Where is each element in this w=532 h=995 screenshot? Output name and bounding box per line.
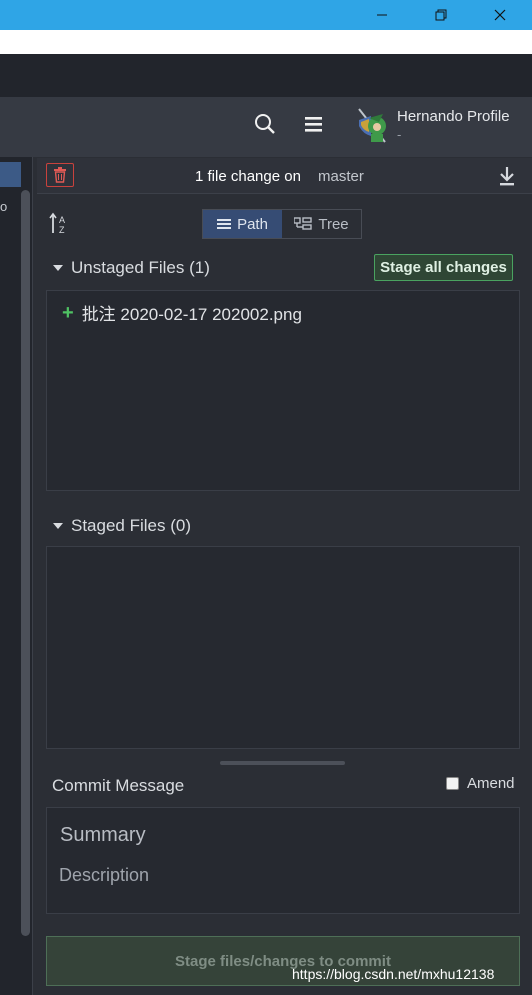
restore-icon [435, 9, 447, 21]
branch-name: master [318, 168, 364, 185]
amend-option[interactable]: Amend [446, 775, 515, 792]
view-mode-toggle: Path Tree [202, 209, 362, 239]
close-button[interactable] [477, 0, 523, 30]
minimize-button[interactable] [359, 0, 405, 30]
list-item[interactable]: + 批注 2020-02-17 202002.png [62, 300, 302, 325]
commit-message-title: Commit Message [52, 776, 185, 795]
list-icon [217, 219, 232, 229]
toolbar-strip [0, 54, 532, 97]
svg-text:Z: Z [59, 225, 65, 235]
minimize-icon [377, 14, 387, 16]
maximize-button[interactable] [418, 0, 464, 30]
tree-view-label: Tree [318, 215, 349, 233]
left-pane-scrollbar[interactable] [21, 190, 30, 936]
stage-all-button[interactable]: Stage all changes [374, 254, 513, 281]
search-icon [255, 114, 275, 134]
description-input[interactable] [59, 865, 499, 886]
discard-all-button[interactable] [46, 163, 74, 187]
left-pane-text: o [0, 199, 8, 214]
added-file-icon: + [62, 301, 74, 324]
left-pane-selected-row[interactable] [0, 162, 21, 187]
svg-text:A: A [59, 215, 65, 225]
avatar[interactable] [353, 106, 391, 146]
download-icon[interactable] [497, 165, 517, 187]
window-titlebar [0, 0, 532, 30]
menu-button[interactable] [301, 111, 327, 137]
address-strip [0, 30, 532, 54]
hamburger-menu-icon [305, 117, 322, 132]
profile-subtitle: - [397, 127, 402, 142]
path-view-button[interactable]: Path [203, 210, 282, 238]
amend-label: Amend [467, 775, 515, 792]
file-name: 批注 2020-02-17 202002.png [81, 305, 302, 324]
watermark: https://blog.csdn.net/mxhu12138 [292, 966, 495, 982]
search-button[interactable] [252, 111, 278, 137]
staged-section-toggle[interactable]: Staged Files (0) [53, 516, 191, 536]
path-view-label: Path [237, 215, 268, 233]
caret-down-icon [53, 265, 63, 271]
app-header [0, 97, 532, 157]
profile-name[interactable]: Hernando Profile [397, 108, 510, 125]
tree-view-button[interactable]: Tree [282, 210, 361, 238]
staged-title: Staged Files (0) [71, 516, 191, 535]
staged-files-list [46, 546, 520, 749]
change-count-label: 1 file change on [195, 168, 301, 185]
caret-down-icon [53, 523, 63, 529]
resize-handle[interactable] [220, 761, 345, 765]
summary-input[interactable] [60, 824, 500, 847]
close-icon [494, 9, 506, 21]
amend-checkbox[interactable] [446, 777, 459, 790]
sort-az-icon[interactable]: A Z [49, 212, 71, 236]
unstaged-section-toggle[interactable]: Unstaged Files (1) [53, 258, 210, 278]
tree-icon [294, 217, 313, 230]
unstaged-title: Unstaged Files (1) [71, 258, 210, 277]
trash-icon [54, 167, 66, 183]
